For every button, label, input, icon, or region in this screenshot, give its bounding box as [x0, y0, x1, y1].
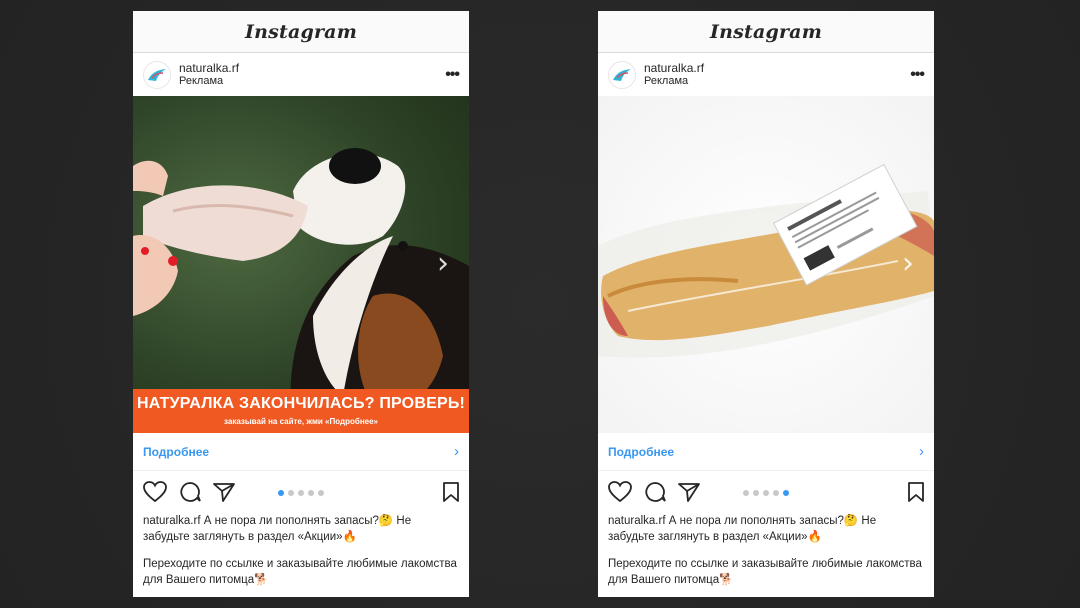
caption-user[interactable]: naturalka.rf	[608, 515, 666, 527]
banner-title: НАТУРАЛКА ЗАКОНЧИЛАСЬ? ПРОВЕРЬ!	[136, 395, 466, 412]
chevron-right-icon[interactable]: ›	[902, 246, 914, 281]
post-image[interactable]: › НАТУРАЛКА ЗАКОНЧИЛАСЬ? ПРОВЕРЬ! заказы…	[133, 96, 469, 433]
comment-icon[interactable]	[179, 481, 201, 503]
more-icon[interactable]: •••	[910, 66, 925, 84]
account-name[interactable]: naturalka.rf	[644, 61, 704, 75]
banner-subtitle: заказывай на сайте, жми «Подробнее»	[224, 417, 378, 426]
post-image[interactable]: ›	[598, 96, 934, 433]
dog-photo	[133, 148, 469, 433]
caption-user[interactable]: naturalka.rf	[143, 515, 201, 527]
post-header: naturalka.rf Реклама •••	[133, 53, 469, 96]
chevron-right-icon: ›	[919, 443, 924, 460]
logo-icon	[613, 68, 631, 81]
action-bar	[133, 471, 469, 513]
post-caption: naturalka.rf А не пора ли пополнять запа…	[598, 513, 934, 588]
post-card-2: Instagram naturalka.rf Реклама ••• › Под…	[598, 11, 934, 597]
account-name[interactable]: naturalka.rf	[179, 61, 239, 75]
caption-text-2: Переходите по ссылке и заказывайте любим…	[143, 558, 457, 586]
share-icon[interactable]	[678, 482, 700, 502]
carousel-indicator	[741, 490, 791, 496]
chevron-right-icon: ›	[454, 443, 459, 460]
product-photo	[598, 163, 934, 358]
carousel-indicator	[276, 490, 326, 496]
action-bar	[598, 471, 934, 513]
share-icon[interactable]	[213, 482, 235, 502]
comment-icon[interactable]	[644, 481, 666, 503]
bookmark-icon[interactable]	[908, 482, 924, 507]
learn-more-button[interactable]: Подробнее ›	[598, 433, 934, 471]
promo-banner: НАТУРАЛКА ЗАКОНЧИЛАСЬ? ПРОВЕРЬ! заказыва…	[133, 389, 469, 433]
post-card-1: Instagram naturalka.rf Реклама ••• › НАТ…	[133, 11, 469, 597]
sponsored-label: Реклама	[644, 74, 689, 87]
bookmark-icon[interactable]	[443, 482, 459, 507]
chevron-right-icon[interactable]: ›	[437, 246, 449, 281]
learn-more-label: Подробнее	[608, 444, 675, 459]
avatar[interactable]	[608, 60, 636, 89]
post-caption: naturalka.rf А не пора ли пополнять запа…	[133, 513, 469, 588]
avatar[interactable]	[143, 60, 171, 89]
heart-icon[interactable]	[143, 481, 167, 503]
logo-icon	[148, 68, 166, 81]
app-header: Instagram	[133, 11, 469, 53]
learn-more-label: Подробнее	[143, 444, 210, 459]
sponsored-label: Реклама	[179, 74, 224, 87]
post-header: naturalka.rf Реклама •••	[598, 53, 934, 96]
app-header: Instagram	[598, 11, 934, 53]
app-title: Instagram	[710, 20, 822, 43]
caption-text-2: Переходите по ссылке и заказывайте любим…	[608, 558, 922, 586]
app-title: Instagram	[245, 20, 357, 43]
learn-more-button[interactable]: Подробнее ›	[133, 433, 469, 471]
heart-icon[interactable]	[608, 481, 632, 503]
more-icon[interactable]: •••	[445, 66, 460, 84]
